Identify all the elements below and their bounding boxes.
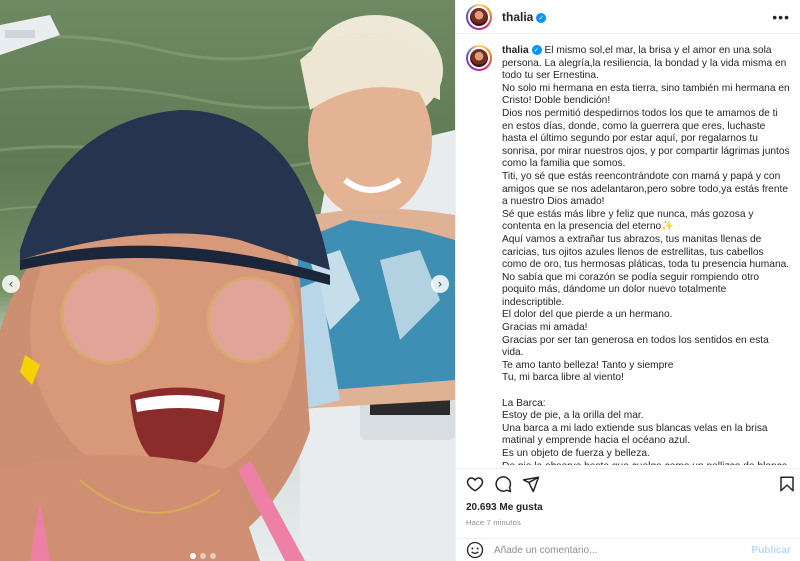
caption-area: thalia ✓ El mismo sol,el mar, la brisa y …	[456, 35, 800, 465]
avatar-image	[468, 5, 490, 28]
caption-paragraph: Estoy de pie, a la orilla del mar.	[502, 410, 644, 422]
avatar-image	[468, 47, 490, 69]
caption-paragraph: El mismo sol,el mar, la brisa y el amor …	[502, 45, 787, 82]
comment-bar: Publicar	[456, 538, 800, 561]
action-bar	[456, 468, 800, 498]
caption-paragraph: Sé que estás más libre y feliz que nunca…	[502, 208, 754, 233]
caption-paragraph: De pie la observo hasta que cuelga como …	[502, 461, 791, 465]
chevron-left-icon: ‹	[8, 277, 14, 291]
woman-foreground	[0, 110, 330, 561]
share-icon[interactable]	[522, 475, 540, 493]
publish-button[interactable]: Publicar	[752, 545, 791, 556]
caption-paragraph: Es un objeto de fuerza y belleza.	[502, 448, 650, 459]
caption-paragraph: Aquí vamos a extrañar tus abrazos, tus m…	[502, 233, 790, 271]
caption-paragraph	[502, 385, 791, 398]
verified-icon: ✓	[536, 12, 547, 23]
chevron-right-icon: ›	[437, 277, 443, 291]
carousel-dot	[200, 553, 206, 559]
post-time[interactable]: Hace 7 minutos	[466, 518, 521, 527]
comment-input[interactable]	[494, 544, 724, 556]
caption-avatar[interactable]	[466, 45, 492, 71]
caption-author[interactable]: thalia	[502, 45, 529, 56]
caption-paragraph: Te amo tanto belleza! Tanto y siempre	[502, 359, 674, 371]
carousel-dot	[190, 553, 196, 559]
verified-icon: ✓	[531, 45, 542, 55]
username-text[interactable]: thalia	[502, 10, 533, 24]
caption-paragraph: Tu, mi barca libre al viento!	[502, 372, 624, 384]
caption-paragraph: No solo mi hermana en esta tierra, sino …	[502, 82, 790, 107]
post-photo[interactable]: ‹ ›	[0, 0, 455, 561]
more-options-button[interactable]: •••	[772, 9, 790, 25]
heart-icon[interactable]	[466, 475, 484, 493]
post-header: thalia ✓ •••	[456, 0, 800, 34]
caption-paragraph: Gracias mi amada!	[502, 322, 588, 334]
caption-text: thalia ✓ El mismo sol,el mar, la brisa y …	[502, 45, 791, 465]
comment-icon[interactable]	[494, 475, 512, 493]
caption-paragraph: El dolor del que pierde a un hermano.	[502, 309, 673, 321]
post-side-panel: thalia ✓ ••• thalia ✓ El mismo sol,el mar,…	[455, 0, 800, 561]
avatar[interactable]	[466, 3, 492, 30]
carousel-dots	[190, 553, 216, 559]
next-photo-button[interactable]: ›	[431, 275, 449, 293]
emoji-icon[interactable]	[466, 541, 484, 559]
caption-paragraph: No sabía que mi corazón se podía seguir …	[502, 271, 760, 308]
caption-paragraph: La Barca:	[502, 397, 546, 409]
distant-boat	[0, 15, 60, 55]
bookmark-icon[interactable]	[778, 475, 796, 493]
prev-photo-button[interactable]: ‹	[2, 275, 20, 293]
caption-paragraph: Gracias por ser tan generosa en todos lo…	[502, 334, 769, 359]
header-username[interactable]: thalia ✓	[502, 10, 547, 24]
caption-paragraph: Dios nos permitió despedirnos todos los …	[502, 107, 790, 170]
likes-count[interactable]: 20.693 Me gusta	[466, 502, 543, 513]
photo-illustration	[0, 15, 455, 561]
caption-paragraph: Una barca a mi lado extiende sus blancas…	[502, 422, 768, 447]
caption-paragraph: Titi, yo sé que estás reencontrándote co…	[502, 170, 789, 208]
carousel-dot	[210, 553, 216, 559]
